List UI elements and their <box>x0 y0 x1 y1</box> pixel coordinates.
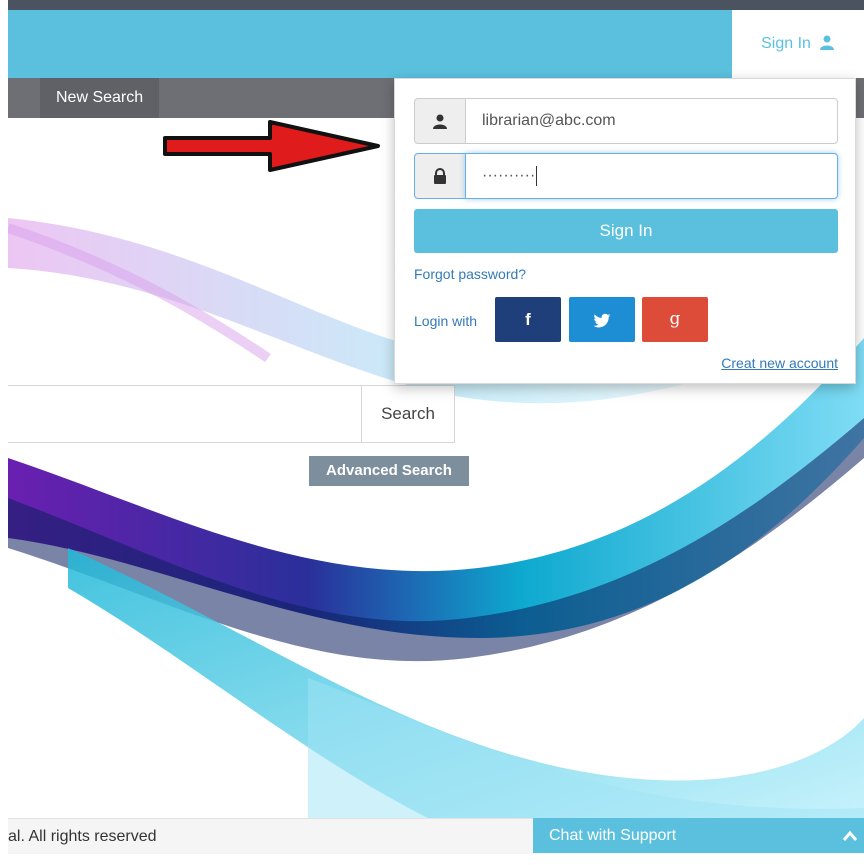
text-caret <box>536 165 538 186</box>
user-icon <box>819 34 835 55</box>
password-field[interactable]: ·········· <box>465 153 838 199</box>
email-field-group: librarian@abc.com <box>414 98 838 144</box>
signin-toggle[interactable]: Sign In <box>732 10 864 78</box>
search-button[interactable]: Search <box>361 385 455 443</box>
login-dropdown: librarian@abc.com ·········· Sign In For… <box>394 78 856 384</box>
chat-support-button[interactable]: Chat with Support <box>533 818 864 853</box>
create-account-link[interactable]: Creat new account <box>721 355 838 371</box>
advanced-search-button[interactable]: Advanced Search <box>309 456 469 486</box>
twitter-icon <box>593 310 611 329</box>
email-field[interactable]: librarian@abc.com <box>465 98 838 144</box>
twitter-login-button[interactable] <box>569 297 635 342</box>
lock-icon <box>414 153 466 199</box>
signin-toggle-label: Sign In <box>761 35 811 52</box>
login-with-label: Login with <box>414 313 478 329</box>
chat-support-label: Chat with Support <box>549 827 677 844</box>
forgot-password-link[interactable]: Forgot password? <box>414 266 526 282</box>
search-input[interactable] <box>8 385 367 443</box>
top-strip <box>8 0 864 10</box>
copyright-text: al. All rights reserved <box>8 828 157 845</box>
password-field-group: ·········· <box>414 153 838 199</box>
facebook-login-button[interactable]: f <box>495 297 561 342</box>
chevron-up-icon <box>842 818 858 865</box>
google-plus-icon: g <box>669 309 681 329</box>
facebook-icon: f <box>525 310 531 329</box>
user-icon <box>414 98 466 144</box>
nav-new-search[interactable]: New Search <box>40 78 160 118</box>
arrow-annotation <box>162 118 382 179</box>
password-value: ·········· <box>482 167 536 184</box>
signin-submit-button[interactable]: Sign In <box>414 209 838 253</box>
google-login-button[interactable]: g <box>642 297 708 342</box>
